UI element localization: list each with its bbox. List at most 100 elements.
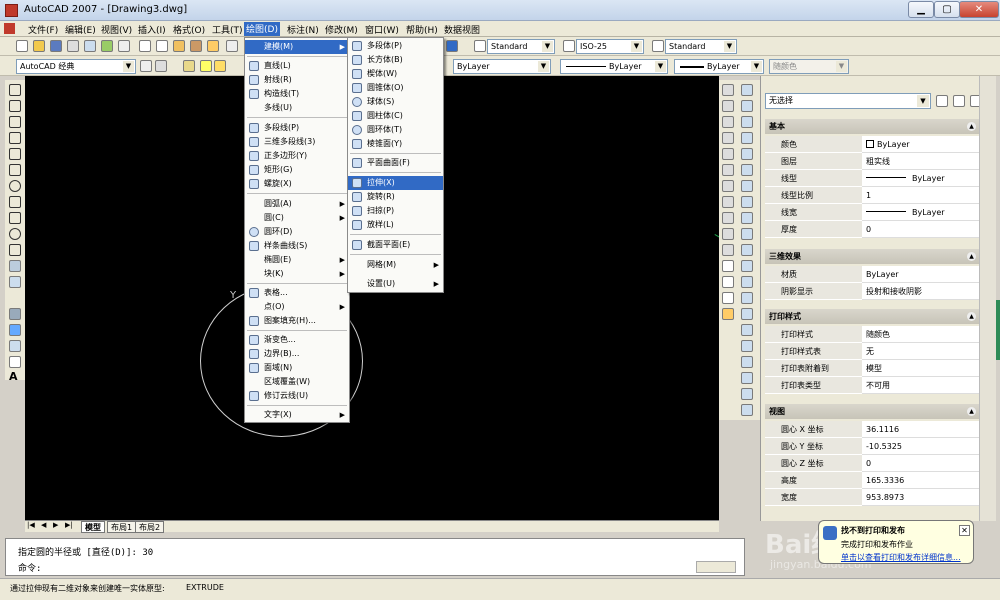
point-icon[interactable] (9, 292, 21, 304)
workspace-save-icon[interactable] (155, 60, 167, 72)
rotate-icon[interactable] (722, 180, 734, 192)
palette-edge-grip[interactable] (996, 300, 1000, 360)
tab-nav-last[interactable]: ▶| (65, 521, 73, 529)
region-icon[interactable] (9, 340, 21, 352)
plot-icon[interactable] (67, 40, 79, 52)
line-icon[interactable] (9, 84, 21, 96)
extend-icon[interactable] (722, 244, 734, 256)
3d-dwf-icon[interactable] (118, 40, 130, 52)
revolve-icon[interactable] (741, 276, 753, 288)
menu-file[interactable]: 文件(F) (28, 23, 58, 36)
presspull-icon[interactable] (741, 244, 753, 256)
balloon-details-link[interactable]: 单击以查看打印和发布详细信息... (841, 552, 961, 563)
move-icon[interactable] (722, 164, 734, 176)
menu-item-revolve[interactable]: 旋转(R) (348, 190, 443, 204)
menu-item-loft[interactable]: 放样(L) (348, 218, 443, 232)
tab-layout2[interactable]: 布局2 (135, 521, 165, 533)
plotstyle-combo[interactable]: 随颜色 ▼ (769, 59, 849, 74)
tab-layout1[interactable]: 布局1 (107, 521, 137, 533)
prop-row[interactable]: 圆心 Y 坐标 -10.5325 (765, 438, 980, 455)
prop-row[interactable]: 阴影显示 投射和接收阴影 (765, 283, 980, 300)
table-icon[interactable] (9, 356, 21, 368)
section-3d-effects[interactable]: 三维效果 ▲ (765, 249, 980, 264)
prop-row[interactable]: 圆心 X 坐标 36.1116 (765, 421, 980, 438)
new-icon[interactable] (16, 40, 28, 52)
planar-surface-icon[interactable] (741, 212, 753, 224)
menu-item-region[interactable]: 面域(N) (245, 361, 349, 375)
menu-format[interactable]: 格式(O) (173, 23, 205, 36)
prop-row[interactable]: 线宽 ByLayer (765, 204, 980, 221)
menu-item-sweep[interactable]: 扫掠(P) (348, 204, 443, 218)
menu-item-pyramid[interactable]: 棱锥面(Y) (348, 137, 443, 151)
3d-align-icon[interactable] (741, 388, 753, 400)
menu-tools[interactable]: 工具(T) (212, 23, 243, 36)
menu-item-extrude[interactable]: 拉伸(X) (348, 176, 443, 190)
menu-help[interactable]: 帮助(H) (406, 23, 438, 36)
table-style-combo[interactable]: Standard ▼ (665, 39, 737, 54)
command-window[interactable]: 指定圆的半径或 [直径(D)]: 30 命令: (5, 538, 745, 576)
insert-block-icon[interactable] (9, 260, 21, 272)
section-view[interactable]: 视图 ▲ (765, 404, 980, 419)
trim-icon[interactable] (722, 228, 734, 240)
toggle-pickadd-icon[interactable] (936, 95, 948, 107)
light-bulb-icon[interactable] (200, 60, 212, 72)
menu-edit[interactable]: 编辑(E) (65, 23, 96, 36)
properties-scrollbar[interactable] (979, 76, 996, 521)
menu-item-arc[interactable]: 圆弧(A) ▶ (245, 197, 349, 211)
autocad-app-icon[interactable] (5, 4, 18, 17)
intersect-icon[interactable] (741, 340, 753, 352)
union-icon[interactable] (741, 308, 753, 320)
minimize-button[interactable]: ▁ (908, 1, 934, 18)
select-objects-icon[interactable] (953, 95, 965, 107)
command-scrollbar[interactable] (696, 561, 736, 573)
3d-rotate-icon[interactable] (741, 372, 753, 384)
menu-item-mesh[interactable]: 网格(M) ▶ (348, 258, 443, 272)
ellipse-icon[interactable] (9, 228, 21, 240)
copy-object-icon[interactable] (722, 100, 734, 112)
publish-icon[interactable] (101, 40, 113, 52)
prop-row[interactable]: 高度 165.3336 (765, 472, 980, 489)
menu-item-revcloud[interactable]: 修订云线(U) (245, 389, 349, 403)
stretch-icon[interactable] (722, 212, 734, 224)
workspace-combo[interactable]: AutoCAD 经典 ▼ (16, 59, 136, 74)
maximize-button[interactable]: ▢ (934, 1, 960, 18)
menu-item-planesurf[interactable]: 平面曲面(F) (348, 156, 443, 170)
menu-item-helix[interactable]: 螺旋(X) (245, 177, 349, 191)
open-icon[interactable] (33, 40, 45, 52)
menu-item-line[interactable]: 直线(L) (245, 59, 349, 73)
join-icon[interactable] (722, 276, 734, 288)
menu-draw[interactable]: 绘图(D) (244, 22, 280, 36)
make-block-icon[interactable] (9, 276, 21, 288)
menu-item-settings[interactable]: 设置(U) ▶ (348, 277, 443, 291)
arc-icon[interactable] (9, 164, 21, 176)
ellipse-arc-icon[interactable] (9, 244, 21, 256)
menu-item-sectionplane[interactable]: 截面平面(E) (348, 238, 443, 252)
subtract-icon[interactable] (741, 324, 753, 336)
3d-array-icon[interactable] (741, 404, 753, 416)
menu-dimension[interactable]: 标注(N) (287, 23, 319, 36)
menu-item-boundary[interactable]: 边界(B)... (245, 347, 349, 361)
menu-item-ray[interactable]: 射线(R) (245, 73, 349, 87)
menu-data-view[interactable]: 数据视图 (444, 23, 480, 36)
document-icon[interactable] (4, 23, 15, 34)
sweep-icon[interactable] (741, 260, 753, 272)
prop-row[interactable]: 线型比例 1 (765, 187, 980, 204)
erase-icon[interactable] (722, 84, 734, 96)
tab-nav-first[interactable]: |◀ (27, 521, 35, 529)
spline-icon[interactable] (9, 212, 21, 224)
tab-nav-prev[interactable]: ◀ (41, 521, 46, 529)
prop-row[interactable]: 打印表类型 不可用 (765, 377, 980, 394)
menu-item-cylinder[interactable]: 圆柱体(C) (348, 109, 443, 123)
paste-icon[interactable] (173, 40, 185, 52)
revcloud-icon[interactable] (9, 196, 21, 208)
mtext-icon[interactable]: A (9, 371, 21, 384)
scale-icon[interactable] (722, 196, 734, 208)
help-icon[interactable] (446, 40, 458, 52)
dim-style-combo[interactable]: ISO-25 ▼ (576, 39, 644, 54)
sphere-icon[interactable] (741, 132, 753, 144)
match-properties-icon[interactable] (190, 40, 202, 52)
prop-row[interactable]: 图层 粗实线 (765, 153, 980, 170)
mirror-icon[interactable] (722, 116, 734, 128)
offset-icon[interactable] (722, 132, 734, 144)
preview-icon[interactable] (84, 40, 96, 52)
